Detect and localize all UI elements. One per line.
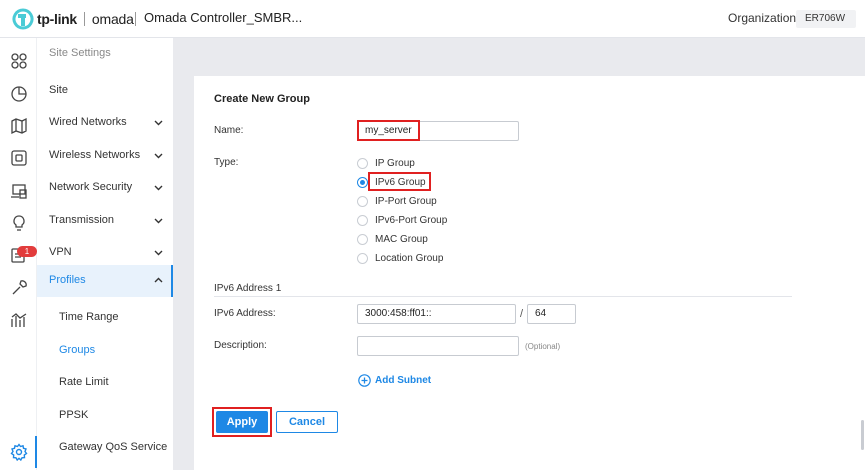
sidebar-subitem-label: Groups (59, 344, 96, 356)
brand-secondary: omada (91, 11, 134, 27)
title-divider (135, 11, 136, 26)
chevron-down-icon (154, 250, 163, 256)
sidebar-heading: Site Settings (49, 47, 111, 59)
organization-select[interactable]: ER706W (796, 10, 856, 28)
ipv6-address-input[interactable]: 3000:458:ff01:: (357, 304, 516, 324)
apply-highlight-box (212, 407, 272, 437)
tools-icon[interactable] (10, 279, 28, 297)
controller-title-text: Omada Controller_SMBR... (144, 10, 303, 25)
sidebar-subitem-time-range[interactable]: Time Range (37, 302, 173, 334)
panel-scrollbar[interactable] (861, 420, 864, 450)
description-input[interactable] (357, 336, 519, 356)
sidebar-subitem-ppsk[interactable]: PPSK (37, 400, 173, 432)
prefix-length-input[interactable]: 64 (527, 304, 576, 324)
chevron-down-icon (154, 218, 163, 224)
sidebar-item-label: Site (49, 84, 68, 96)
radio-label-mac-group: MAC Group (375, 234, 428, 245)
clients-icon[interactable] (10, 182, 28, 200)
radio-ipv6-group[interactable] (357, 177, 368, 188)
site-settings-sidebar: Site Settings Site Wired Networks Wirele… (37, 38, 173, 470)
chevron-up-icon (154, 277, 163, 283)
sidebar-item-site[interactable]: Site (37, 75, 173, 107)
sidebar-item-wireless-networks[interactable]: Wireless Networks (37, 140, 173, 172)
type-label: Type: (214, 157, 239, 168)
brand-divider (83, 12, 85, 26)
sidebar-item-label: Wireless Networks (49, 149, 141, 161)
ipv6-address-section-title: IPv6 Address 1 (214, 283, 282, 294)
plus-circle-icon (358, 373, 371, 387)
sidebar-subitem-rate-limit[interactable]: Rate Limit (37, 367, 173, 399)
organization-label: Organization: (728, 11, 800, 25)
map-icon[interactable] (10, 117, 28, 135)
cancel-button[interactable]: Cancel (276, 411, 338, 433)
prefix-separator: / (520, 308, 524, 320)
sidebar-subitem-gateway-qos-service[interactable]: Gateway QoS Service (37, 432, 173, 464)
radio-ip-group[interactable] (357, 158, 368, 169)
statistics-icon[interactable] (10, 85, 28, 103)
chevron-down-icon (154, 120, 163, 126)
sidebar-item-wired-networks[interactable]: Wired Networks (37, 107, 173, 139)
tp-link-logo: tp-link omada (12, 8, 134, 30)
radio-label-ip-port-group: IP-Port Group (375, 196, 437, 207)
section-divider (214, 296, 792, 297)
icon-nav-bar: 1 (0, 38, 37, 470)
dashboard-icon[interactable] (10, 52, 28, 70)
sidebar-subitem-label: Time Range (59, 311, 119, 323)
page-title: Create New Group (214, 93, 310, 105)
devices-icon[interactable] (10, 149, 28, 167)
sidebar-subitem-label: Gateway QoS Service (59, 441, 168, 453)
log-count-badge: 1 (17, 246, 37, 257)
add-subnet-label: Add Subnet (375, 374, 432, 386)
settings-icon[interactable] (10, 443, 28, 461)
sidebar-item-profiles[interactable]: Profiles (37, 265, 173, 297)
radio-label-location-group: Location Group (375, 253, 444, 264)
sidebar-item-label: VPN (49, 246, 72, 258)
name-highlight-box (357, 120, 420, 141)
ipv6-group-highlight-box (368, 172, 431, 191)
sidebar-subitem-label: PPSK (59, 409, 89, 421)
controller-title[interactable]: Omada Controller_SMBR... (135, 10, 302, 26)
sidebar-item-label: Network Security (49, 181, 133, 193)
add-subnet-button[interactable]: Add Subnet (358, 373, 431, 387)
tp-link-logo-icon (12, 8, 34, 30)
radio-ip-port-group[interactable] (357, 196, 368, 207)
radio-mac-group[interactable] (357, 234, 368, 245)
name-label: Name: (214, 125, 244, 136)
radio-label-ipv6-port-group: IPv6-Port Group (375, 215, 448, 226)
description-label: Description: (214, 340, 267, 351)
top-bar: tp-link omada Omada Controller_SMBR... O… (0, 0, 865, 38)
sidebar-subitem-groups[interactable]: Groups (37, 335, 173, 367)
sidebar-item-label: Wired Networks (49, 116, 127, 128)
sidebar-subitem-label: Rate Limit (59, 376, 109, 388)
insight-icon[interactable] (10, 214, 28, 232)
radio-ipv6-port-group[interactable] (357, 215, 368, 226)
sidebar-item-transmission[interactable]: Transmission (37, 205, 173, 237)
brand-primary: tp-link (37, 11, 77, 27)
sidebar-item-network-security[interactable]: Network Security (37, 172, 173, 204)
sidebar-item-label: Transmission (49, 214, 114, 226)
chevron-down-icon (154, 185, 163, 191)
reports-icon[interactable] (10, 311, 28, 329)
description-optional-hint: (Optional) (525, 342, 561, 351)
radio-label-ip-group: IP Group (375, 158, 415, 169)
sidebar-item-label: Profiles (49, 274, 86, 286)
chevron-down-icon (154, 153, 163, 159)
ipv6-address-label: IPv6 Address: (214, 308, 276, 319)
radio-location-group[interactable] (357, 253, 368, 264)
